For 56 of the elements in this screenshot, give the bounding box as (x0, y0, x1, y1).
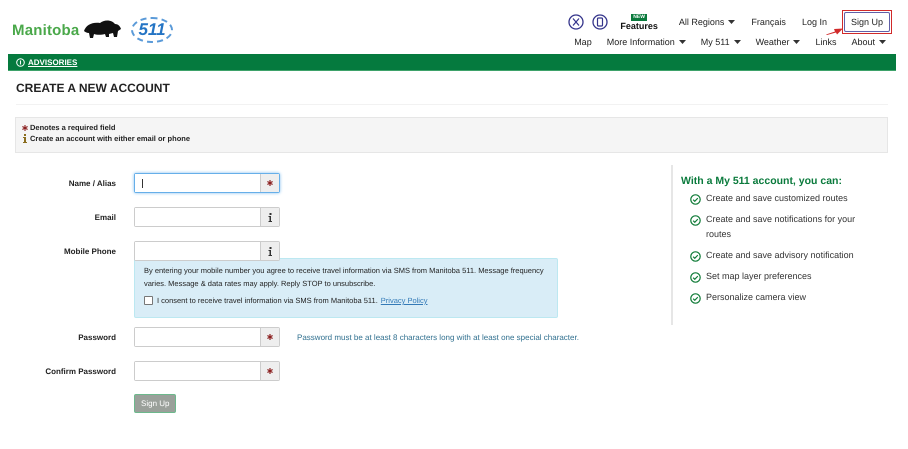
logo-badge: 511 (131, 17, 173, 43)
asterisk-icon (267, 368, 273, 374)
asterisk-icon (267, 180, 273, 186)
pointer-arrow-icon (826, 28, 843, 35)
field-label: Confirm Password (44, 366, 116, 376)
benefits-title: With a My 511 account, you can: (681, 175, 843, 187)
check-circle-icon (690, 194, 701, 205)
caret-icon (879, 40, 886, 44)
benefit-text: Personalize camera view (706, 291, 806, 304)
check-circle-icon (690, 272, 701, 283)
text-field[interactable] (134, 361, 280, 381)
text-field[interactable] (134, 327, 280, 347)
check-circle-icon (690, 215, 701, 226)
field-label: Email (94, 212, 116, 222)
field-label: Password (77, 332, 116, 342)
bison-icon (82, 19, 122, 41)
consent-checkbox[interactable] (144, 296, 153, 305)
nav-dropdown[interactable]: About (851, 37, 886, 47)
asterisk-icon (22, 124, 28, 130)
text-cursor (142, 179, 143, 188)
info-icon (268, 246, 272, 256)
benefit-text: Create and save customized routes (706, 192, 848, 205)
nav-dropdown[interactable]: My 511 (700, 37, 741, 47)
password-hint: Password must be at least 8 characters long with at least one special character. (297, 332, 579, 342)
nav-link[interactable]: Links (815, 37, 836, 47)
features-label: Features (620, 22, 658, 30)
text-field[interactable] (134, 207, 280, 227)
text-field[interactable] (134, 241, 280, 261)
caret-icon (678, 40, 686, 44)
page-title: CREATE A NEW ACCOUNT (16, 81, 888, 105)
nav-link[interactable]: Français (751, 17, 786, 27)
benefit-text: Create and save notifications for your routes (706, 213, 856, 241)
info-icon (16, 58, 25, 66)
field-label: Mobile Phone (63, 246, 116, 256)
benefit-text: Set map layer preferences (706, 270, 812, 283)
sign-up-button[interactable]: Sign Up (844, 12, 890, 32)
caret-icon (734, 40, 741, 44)
nav-link[interactable]: Log In (802, 17, 827, 27)
nav-dropdown[interactable]: More Information (606, 37, 686, 47)
x-social-icon[interactable] (568, 14, 584, 30)
benefit-text: Create and save advisory notification (706, 249, 854, 262)
check-circle-icon (690, 293, 701, 304)
logo-wordmark: Manitoba (12, 22, 80, 38)
check-circle-icon (690, 251, 701, 262)
mobile-phone-icon[interactable] (592, 14, 608, 30)
nav-link[interactable]: Map (574, 37, 592, 47)
advisories-link[interactable]: ADVISORIES (28, 58, 78, 66)
info-icon (22, 134, 28, 143)
asterisk-icon (267, 334, 273, 340)
text-field[interactable] (134, 173, 280, 193)
info-icon (268, 212, 272, 222)
caret-icon (728, 20, 736, 24)
regions-dropdown[interactable]: All Regions (678, 17, 736, 27)
caret-icon (793, 40, 800, 44)
nav-dropdown[interactable]: Weather (756, 37, 800, 47)
field-label: Name / Alias (68, 178, 116, 188)
